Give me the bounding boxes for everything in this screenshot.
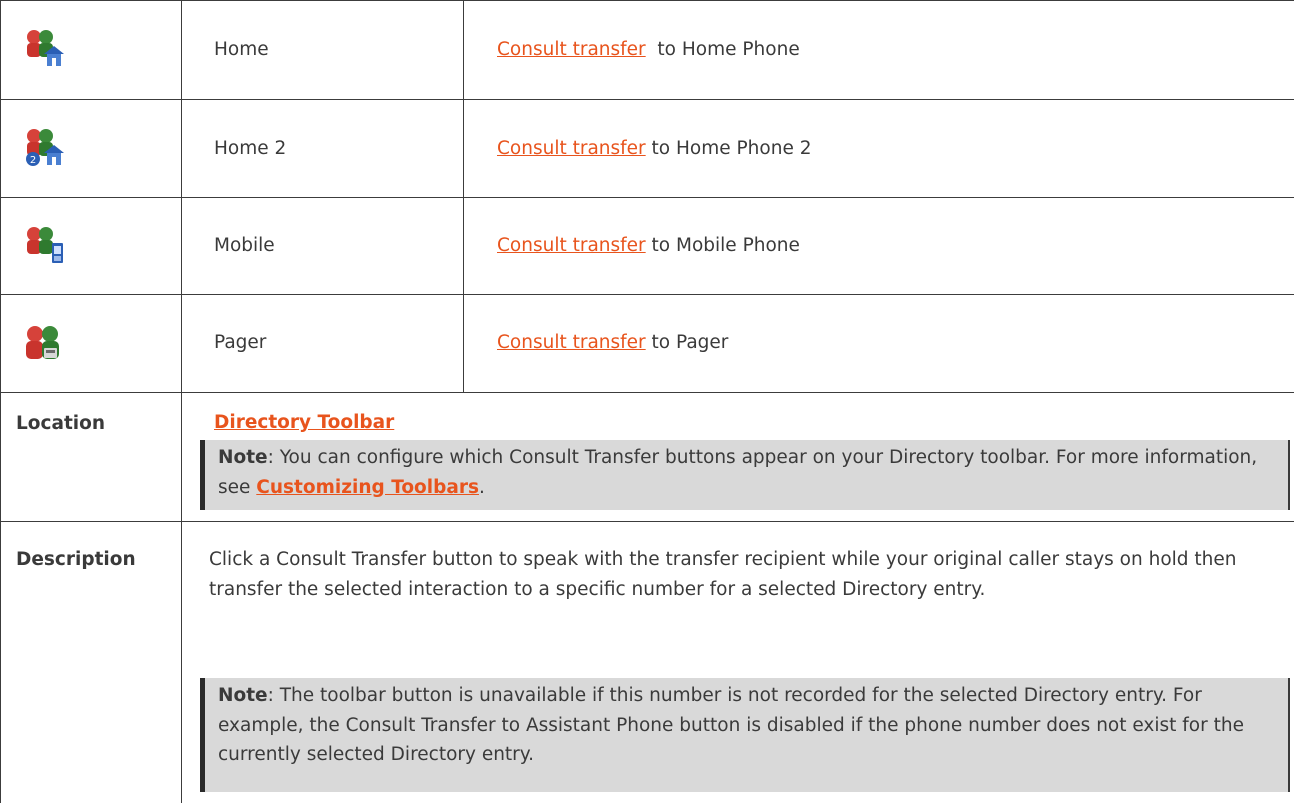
note-label: Note	[218, 685, 268, 706]
table-row: Mobile Consult transfer to Mobile Phone	[0, 197, 1294, 294]
row-name: Pager	[214, 332, 267, 353]
row-action: Consult transfer to Pager	[497, 328, 728, 392]
consult-transfer-link[interactable]: Consult transfer	[497, 332, 646, 353]
customizing-toolbars-link[interactable]: Customizing Toolbars	[256, 477, 479, 498]
directory-toolbar-link[interactable]: Directory Toolbar	[214, 412, 394, 433]
row-action-suffix: to Home Phone	[645, 39, 800, 60]
description-row: Description Click a Consult Transfer but…	[0, 521, 1294, 803]
row-name: Mobile	[214, 235, 275, 256]
location-label: Location	[16, 413, 106, 434]
description-label: Description	[16, 549, 136, 570]
consult-transfer-link[interactable]: Consult transfer	[497, 39, 646, 60]
note-end: .	[478, 476, 485, 498]
row-name: Home 2	[214, 138, 287, 159]
consult-transfer-pager-icon[interactable]	[24, 324, 64, 364]
note-text: : The toolbar button is unavailable if t…	[218, 685, 1244, 765]
table-row: 2 Home 2 Consult transfer to Home Phone …	[0, 99, 1294, 197]
table-row: Home Consult transfer to Home Phone	[0, 0, 1294, 99]
row-action: Consult transfer to Home Phone 2	[497, 134, 811, 197]
consult-transfer-link[interactable]: Consult transfer	[497, 235, 646, 256]
note-label: Note	[218, 447, 268, 468]
row-name: Home	[214, 39, 269, 60]
row-action-suffix: to Home Phone 2	[645, 138, 812, 159]
svg-text:2: 2	[30, 155, 36, 166]
table-row: Pager Consult transfer to Pager	[0, 294, 1294, 392]
location-row: Location Directory Toolbar Note: You can…	[0, 392, 1294, 521]
row-action: Consult transfer to Mobile Phone	[497, 231, 800, 294]
description-text: Click a Consult Transfer button to speak…	[209, 549, 1237, 600]
row-action-suffix: to Mobile Phone	[645, 235, 800, 256]
consult-transfer-link[interactable]: Consult transfer	[497, 138, 646, 159]
description-note: Note: The toolbar button is unavailable …	[200, 678, 1290, 792]
row-action: Consult transfer to Home Phone	[497, 35, 800, 99]
location-note: Note: You can configure which Consult Tr…	[200, 440, 1290, 510]
consult-transfer-table: Home Consult transfer to Home Phone 2 Ho…	[0, 0, 1294, 803]
consult-transfer-home-icon[interactable]	[24, 28, 64, 68]
consult-transfer-home2-icon[interactable]: 2	[24, 127, 64, 167]
row-action-suffix: to Pager	[645, 332, 729, 353]
consult-transfer-mobile-icon[interactable]	[24, 225, 64, 265]
